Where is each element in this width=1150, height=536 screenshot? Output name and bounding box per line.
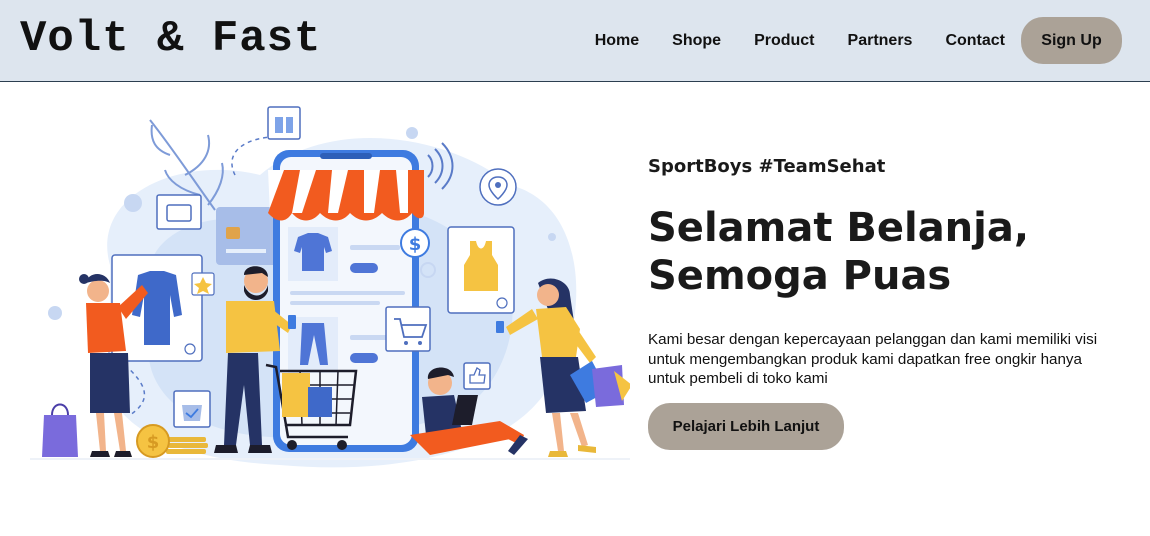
location-pin-icon (479, 168, 517, 206)
nav-link-home[interactable]: Home (595, 17, 639, 64)
svg-text:$: $ (409, 234, 422, 255)
learn-more-button[interactable]: Pelajari Lebih Lanjut (648, 402, 844, 450)
like-icon (463, 362, 491, 390)
wallet-icon (156, 194, 202, 230)
headline-line-1: Selamat Belanja, (648, 205, 1030, 251)
hero-description: Kami besar dengan kepercayaan pelanggan … (648, 331, 1098, 387)
nav-links: Home Shope Product Partners Contact Sign… (595, 17, 1122, 64)
hero-headline: Selamat Belanja, Semoga Puas (648, 204, 1118, 300)
brand-logo[interactable]: Volt & Fast (20, 14, 321, 64)
nav-link-partners[interactable]: Partners (848, 17, 913, 64)
store-awning (268, 170, 424, 221)
gift-icon (267, 106, 301, 140)
nav-link-product[interactable]: Product (754, 17, 814, 64)
shopping-cart-icon (385, 306, 431, 352)
online-shopping-illustration: $ $ (30, 106, 632, 468)
headline-line-2: Semoga Puas (648, 253, 952, 299)
navbar: Volt & Fast Home Shope Product Partners … (0, 0, 1150, 82)
tank-top-icon (447, 226, 515, 314)
dollar-icon: $ (400, 228, 430, 258)
signup-button[interactable]: Sign Up (1021, 17, 1122, 64)
tshirt-icon (288, 227, 338, 281)
shopping-bag-icon (42, 403, 78, 457)
hero-tagline: SportBoys #TeamSehat (648, 156, 886, 177)
svg-text:$: $ (147, 432, 160, 453)
hero-content: SportBoys #TeamSehat Selamat Belanja, Se… (648, 150, 1118, 450)
hero-illustration: $ $ (30, 95, 632, 475)
checklist-bag-icon (173, 390, 211, 428)
nav-link-shope[interactable]: Shope (672, 17, 721, 64)
nav-link-contact[interactable]: Contact (945, 17, 1005, 64)
star-icon (191, 272, 215, 296)
